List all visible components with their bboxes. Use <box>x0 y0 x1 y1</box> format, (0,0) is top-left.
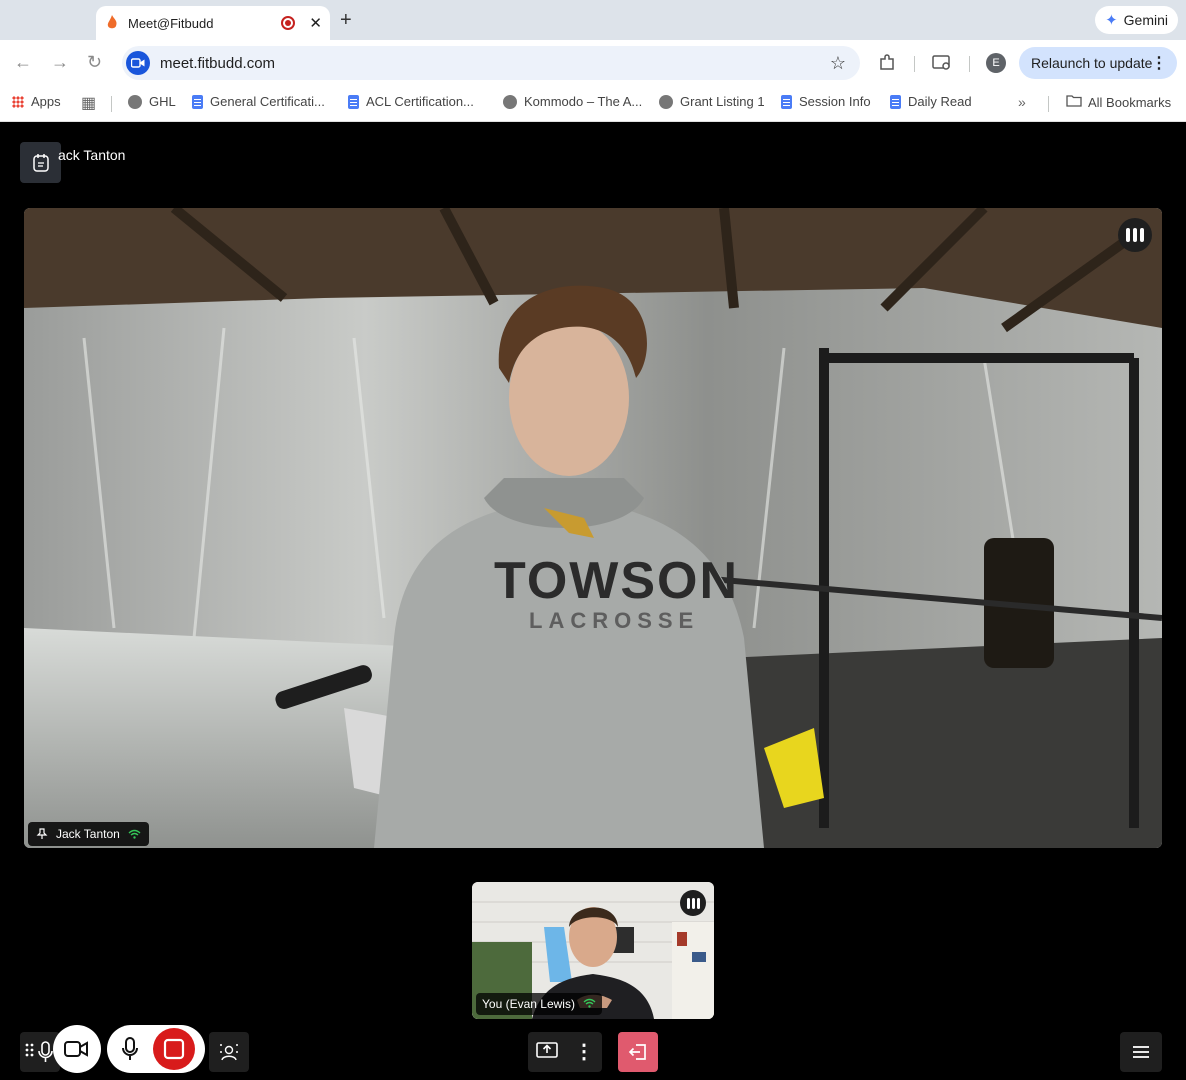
bookmarks-divider <box>111 96 112 112</box>
camera-button[interactable] <box>53 1026 99 1072</box>
stop-recording-button[interactable] <box>153 1028 195 1070</box>
tab-title: Meet@Fitbudd <box>128 15 214 31</box>
toolbar-divider <box>969 56 970 72</box>
browser-toolbar: ← → ↻ meet.fitbudd.com ☆ E Relaunch to u… <box>0 40 1186 86</box>
globe-icon <box>659 94 673 109</box>
self-video-tile[interactable]: You (Evan Lewis) <box>472 882 714 1019</box>
bookmark-label: Grant Listing 1 <box>680 94 765 109</box>
toolbar-divider <box>914 56 915 72</box>
bookmark-label: General Certificati... <box>210 94 325 109</box>
bookmark-label: Daily Read <box>908 94 972 109</box>
mic-grid-icon <box>25 1041 53 1062</box>
address-bar[interactable]: meet.fitbudd.com ☆ <box>122 46 860 80</box>
leave-door-icon <box>628 1044 646 1060</box>
video-camera-icon <box>64 1041 88 1057</box>
tab-close-button[interactable]: ✕ <box>309 14 322 32</box>
doc-icon <box>781 94 792 109</box>
more-bookmarks-icon[interactable]: » <box>1018 94 1026 110</box>
cast-search-icon[interactable] <box>932 54 952 77</box>
recording-icon <box>281 16 296 30</box>
notes-icon <box>32 153 49 172</box>
bookmark-label: Apps <box>31 94 61 109</box>
bookmarks-bar: Apps ▦ GHL General Certificati... ACL Ce… <box>0 86 1186 122</box>
tab-meet-fitbudd[interactable]: Meet@Fitbudd ✕ <box>96 6 330 40</box>
leave-call-button[interactable] <box>618 1032 658 1072</box>
menu-button[interactable] <box>1120 1032 1162 1072</box>
share-screen-button[interactable] <box>536 1041 558 1064</box>
folder-icon <box>1066 94 1082 110</box>
mic-record-pill <box>107 1025 205 1073</box>
relaunch-button[interactable]: Relaunch to update ⋮ <box>1019 47 1177 79</box>
camera-toggle-pill <box>53 1025 101 1073</box>
tab-groups-icon[interactable]: ▦ <box>81 93 96 113</box>
microphone-button[interactable] <box>107 1026 153 1072</box>
profile-avatar[interactable]: E <box>986 53 1006 73</box>
main-participant-name-tag: Jack Tanton <box>28 822 149 846</box>
bookmark-session-info[interactable]: Session Info <box>781 94 871 109</box>
bookmark-apps[interactable]: Apps <box>12 94 61 109</box>
main-participant-video[interactable]: TOWSON LACROSSE Jack Tanton <box>24 208 1162 848</box>
forward-arrow-icon[interactable]: → <box>51 52 69 73</box>
bookmark-general-cert[interactable]: General Certificati... <box>192 94 325 109</box>
self-name-tag: You (Evan Lewis) <box>476 993 602 1015</box>
meeting-area: ack Tanton TOWSON LACROSSE Jack Tanton Y… <box>0 122 1186 1080</box>
bookmark-label: Kommodo – The A... <box>524 94 643 109</box>
microphone-icon <box>122 1037 138 1060</box>
new-tab-button[interactable]: + <box>340 9 352 32</box>
reload-icon[interactable]: ↻ <box>87 52 102 73</box>
stop-square-icon <box>163 1038 185 1060</box>
bookmark-daily-read[interactable]: Daily Read <box>890 94 972 109</box>
globe-icon <box>503 94 517 109</box>
signal-strength-icon <box>128 829 141 839</box>
bookmark-label: Session Info <box>799 94 871 109</box>
extensions-icon[interactable] <box>878 54 896 77</box>
self-audio-level-indicator <box>680 890 706 916</box>
bookmarks-divider <box>1048 96 1049 112</box>
more-options-icon[interactable]: ⋮ <box>574 1042 594 1062</box>
bookmark-label: GHL <box>149 94 176 109</box>
host-name: ack Tanton <box>58 147 126 163</box>
signal-strength-icon <box>583 998 596 1011</box>
bookmark-label: ACL Certification... <box>366 94 474 109</box>
pin-icon[interactable] <box>36 828 48 840</box>
svg-text:LACROSSE: LACROSSE <box>529 608 699 633</box>
video-camera-site-icon <box>126 51 150 75</box>
apps-grid-icon <box>12 95 24 108</box>
gemini-label: Gemini <box>1123 12 1168 28</box>
back-arrow-icon[interactable]: ← <box>14 52 32 73</box>
bookmark-acl-cert[interactable]: ACL Certification... <box>348 94 474 109</box>
self-participant-name: You (Evan Lewis) <box>482 997 575 1011</box>
bookmark-ghl[interactable]: GHL <box>128 94 176 109</box>
main-participant-name: Jack Tanton <box>56 827 120 841</box>
doc-icon <box>348 94 359 109</box>
gemini-button[interactable]: ✦ Gemini <box>1095 6 1178 34</box>
share-more-group: ⋮ <box>528 1032 602 1072</box>
gemini-sparkle-icon: ✦ <box>1105 12 1118 29</box>
kebab-menu-icon[interactable]: ⋮ <box>1151 53 1167 73</box>
audio-level-indicator <box>1118 218 1152 252</box>
svg-text:TOWSON: TOWSON <box>494 552 739 610</box>
share-screen-icon <box>536 1041 558 1058</box>
url-text: meet.fitbudd.com <box>160 54 276 72</box>
relaunch-label: Relaunch to update <box>1031 55 1153 71</box>
doc-icon <box>890 94 901 109</box>
bookmark-kommodo[interactable]: Kommodo – The A... <box>503 94 642 109</box>
bookmark-label: All Bookmarks <box>1088 94 1172 110</box>
video-frame: TOWSON LACROSSE <box>24 208 1162 848</box>
flame-icon <box>104 15 120 31</box>
browser-chrome: Meet@Fitbudd ✕ + ✦ Gemini ← → ↻ meet.fit… <box>0 0 1186 122</box>
globe-icon <box>128 94 142 109</box>
doc-icon <box>192 94 203 109</box>
bookmark-star-icon[interactable]: ☆ <box>830 53 846 74</box>
tab-strip: Meet@Fitbudd ✕ + ✦ Gemini <box>0 0 1186 40</box>
notes-button[interactable] <box>20 142 61 183</box>
bookmark-all-bookmarks[interactable]: All Bookmarks <box>1066 94 1171 110</box>
hamburger-menu-icon <box>1133 1046 1149 1058</box>
bookmark-grant-listing[interactable]: Grant Listing 1 <box>659 94 765 109</box>
blur-background-icon <box>220 1044 238 1061</box>
effects-button[interactable] <box>209 1032 249 1072</box>
